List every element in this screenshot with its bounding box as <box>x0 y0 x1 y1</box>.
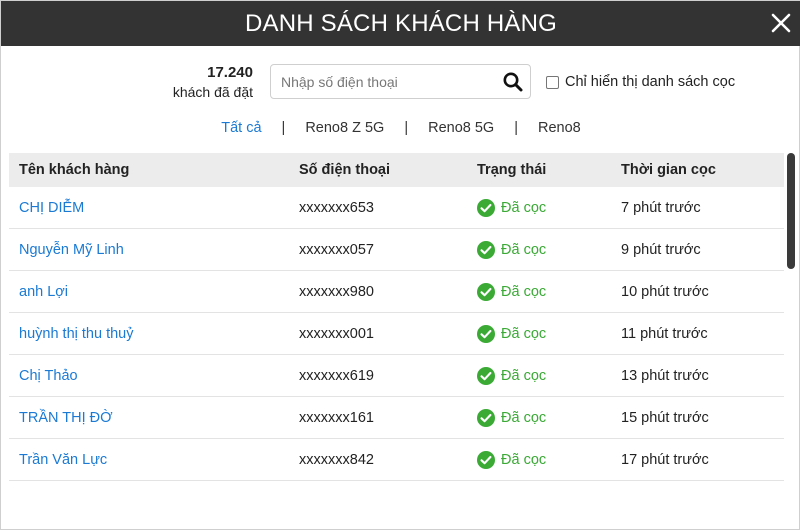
deposit-time: 17 phút trước <box>621 452 709 468</box>
check-circle-icon <box>477 325 495 343</box>
deposit-time: 10 phút trước <box>621 284 709 300</box>
customer-list-modal: DANH SÁCH KHÁCH HÀNG 17.240 khách đã đặt… <box>0 0 800 530</box>
customer-phone: xxxxxxx057 <box>299 242 374 258</box>
table-row: Trần Văn Lực xxxxxxx842 Đã cọc 17 phút t… <box>9 439 784 481</box>
check-circle-icon <box>477 283 495 301</box>
modal-header: DANH SÁCH KHÁCH HÀNG <box>1 1 800 46</box>
customer-name-link[interactable]: Nguyễn Mỹ Linh <box>19 229 124 271</box>
table-scrollbar[interactable] <box>787 153 795 269</box>
status-badge: Đã cọc <box>477 271 546 313</box>
status-label: Đã cọc <box>501 410 547 426</box>
customer-table-body: CHỊ DIỄM xxxxxxx653 Đã cọc 7 phút trước … <box>9 187 784 481</box>
deposit-time: 9 phút trước <box>621 242 701 258</box>
deposit-only-label: Chỉ hiển thị danh sách cọc <box>565 74 736 90</box>
status-badge: Đã cọc <box>477 355 546 397</box>
tab-reno8[interactable]: Reno8 <box>518 120 601 136</box>
customer-phone: xxxxxxx842 <box>299 452 374 468</box>
customer-name-link[interactable]: Chị Thảo <box>19 355 78 397</box>
status-label: Đã cọc <box>501 200 547 216</box>
deposit-only-checkbox[interactable] <box>546 75 559 89</box>
customer-count: 17.240 khách đã đặt <box>173 64 253 102</box>
customer-phone: xxxxxxx001 <box>299 326 374 342</box>
customer-count-label: khách đã đặt <box>172 84 253 100</box>
status-label: Đã cọc <box>501 242 547 258</box>
product-tabs: Tất cả | Reno8 Z 5G | Reno8 5G | Reno8 <box>1 117 800 139</box>
check-circle-icon <box>477 409 495 427</box>
customer-name-link[interactable]: anh Lợi <box>19 271 68 313</box>
deposit-time: 7 phút trước <box>621 200 701 216</box>
status-badge: Đã cọc <box>477 313 546 355</box>
check-circle-icon <box>477 367 495 385</box>
tab-reno8-z-5g[interactable]: Reno8 Z 5G <box>285 120 404 136</box>
close-icon[interactable] <box>769 11 793 35</box>
search-icon[interactable] <box>502 71 524 93</box>
phone-search-box <box>270 64 531 99</box>
column-header-phone: Số điện thoại <box>299 162 391 178</box>
customer-phone: xxxxxxx619 <box>299 368 374 384</box>
table-row: CHỊ DIỄM xxxxxxx653 Đã cọc 7 phút trước <box>9 187 784 229</box>
tab-reno8-5g[interactable]: Reno8 5G <box>408 120 514 136</box>
tab-all[interactable]: Tất cả <box>201 120 281 136</box>
deposit-only-filter[interactable]: Chỉ hiển thị danh sách cọc <box>546 72 735 92</box>
status-badge: Đã cọc <box>477 397 546 439</box>
table-row: anh Lợi xxxxxxx980 Đã cọc 10 phút trước <box>9 271 784 313</box>
customer-count-number: 17.240 <box>207 64 253 81</box>
customer-name-link[interactable]: TRẦN THỊ ĐỜ <box>19 397 113 439</box>
check-circle-icon <box>477 241 495 259</box>
customer-phone: xxxxxxx980 <box>299 284 374 300</box>
table-row: huỳnh thị thu thuỷ xxxxxxx001 Đã cọc 11 … <box>9 313 784 355</box>
customer-name-link[interactable]: Trần Văn Lực <box>19 439 107 481</box>
phone-search-input[interactable] <box>281 65 496 98</box>
deposit-time: 15 phút trước <box>621 410 709 426</box>
deposit-time: 13 phút trước <box>621 368 709 384</box>
customer-name-link[interactable]: huỳnh thị thu thuỷ <box>19 313 133 355</box>
table-row: Nguyễn Mỹ Linh xxxxxxx057 Đã cọc 9 phút … <box>9 229 784 271</box>
status-label: Đã cọc <box>501 368 547 384</box>
column-header-status: Trạng thái <box>477 162 547 178</box>
check-circle-icon <box>477 199 495 217</box>
column-header-name: Tên khách hàng <box>19 162 130 178</box>
column-header-deposit-time: Thời gian cọc <box>621 162 716 178</box>
table-header: Tên khách hàng Số điện thoại Trạng thái … <box>9 153 784 187</box>
table-row: TRẦN THỊ ĐỜ xxxxxxx161 Đã cọc 15 phút tr… <box>9 397 784 439</box>
table-row: Chị Thảo xxxxxxx619 Đã cọc 13 phút trước <box>9 355 784 397</box>
status-label: Đã cọc <box>501 326 547 342</box>
customer-name-link[interactable]: CHỊ DIỄM <box>19 187 84 229</box>
status-badge: Đã cọc <box>477 439 546 481</box>
customer-phone: xxxxxxx653 <box>299 200 374 216</box>
deposit-time: 11 phút trước <box>621 326 708 342</box>
check-circle-icon <box>477 451 495 469</box>
status-label: Đã cọc <box>501 284 547 300</box>
status-badge: Đã cọc <box>477 187 546 229</box>
status-label: Đã cọc <box>501 452 547 468</box>
status-badge: Đã cọc <box>477 229 546 271</box>
customer-phone: xxxxxxx161 <box>299 410 374 426</box>
modal-title: DANH SÁCH KHÁCH HÀNG <box>244 10 558 37</box>
